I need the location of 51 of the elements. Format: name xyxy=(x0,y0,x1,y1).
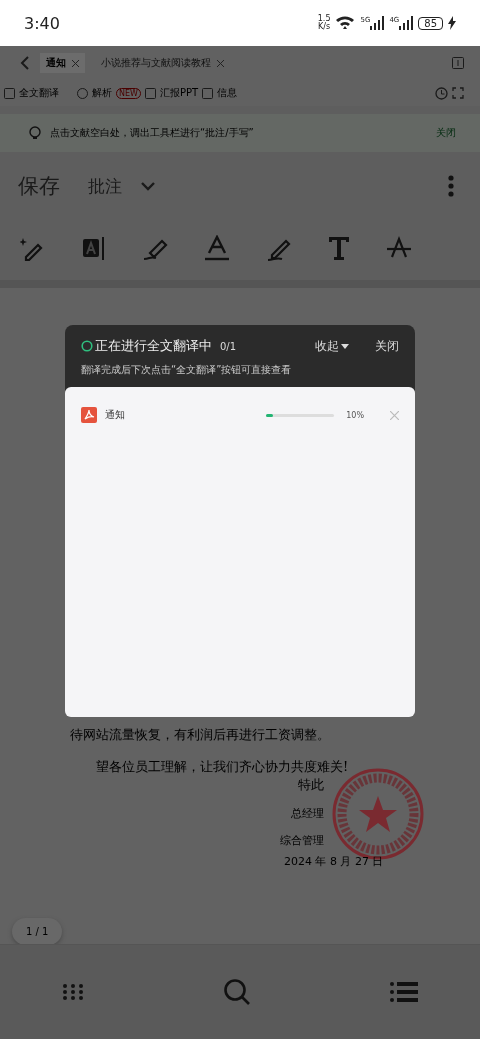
list-icon[interactable] xyxy=(390,981,418,1003)
document-text: 望各位员工理解，让我们齐心协力共度难关! xyxy=(95,758,350,776)
toolbar-button[interactable]: 全文翻译 xyxy=(18,86,59,100)
save-button[interactable]: 保存 xyxy=(18,172,60,200)
charging-icon xyxy=(448,16,456,30)
pdf-file-icon xyxy=(81,407,97,423)
signature-text: 总经理 xyxy=(291,806,324,821)
document-tab[interactable]: 小说推荐与文献阅读教程 xyxy=(95,53,230,73)
chevron-down-icon xyxy=(140,181,156,191)
close-icon[interactable] xyxy=(72,59,79,67)
close-icon[interactable] xyxy=(217,59,224,67)
toolbar-button[interactable]: 汇报PPT xyxy=(158,86,199,100)
signal-icon xyxy=(399,16,414,30)
signature-text: 特此 xyxy=(298,776,324,794)
progress-percent: 10% xyxy=(346,410,364,420)
clock-time: 3:40 xyxy=(24,13,60,33)
document-tab[interactable]: 通知 xyxy=(40,53,85,73)
close-icon[interactable] xyxy=(390,410,399,420)
page-view-icon[interactable] xyxy=(452,57,464,69)
close-tip-button[interactable]: 关闭 xyxy=(436,126,456,140)
search-icon[interactable] xyxy=(223,978,251,1006)
text-icon[interactable] xyxy=(328,236,350,260)
new-badge: NEW xyxy=(116,87,141,99)
page-indicator: 1 / 1 xyxy=(12,918,63,944)
wifi-icon xyxy=(335,15,356,31)
mode-dropdown[interactable]: 批注 xyxy=(88,174,156,198)
file-name: 通知 xyxy=(105,408,125,422)
text-select-icon[interactable] xyxy=(82,235,106,261)
back-icon[interactable] xyxy=(20,56,30,70)
grid-icon[interactable] xyxy=(62,983,84,1001)
signature-text: 综合管理 xyxy=(280,833,324,848)
progress-count: 0/1 xyxy=(220,340,237,352)
underline-text-icon[interactable] xyxy=(204,235,230,261)
dialog-hint: 翻译完成后下次点击“全文翻译”按钮可直接查看 xyxy=(81,363,293,377)
collapse-button[interactable]: 收起 xyxy=(315,337,349,355)
toolbar-button[interactable]: 解析 NEW xyxy=(77,86,141,100)
toolbar-button[interactable]: 信息 xyxy=(216,86,238,100)
caret-icon xyxy=(341,343,349,349)
close-button[interactable]: 关闭 xyxy=(375,337,399,355)
document-date: 2024 年 8 月 27 日 xyxy=(283,854,385,869)
more-icon[interactable] xyxy=(448,175,454,197)
lightbulb-icon xyxy=(28,126,42,140)
loading-spinner-icon xyxy=(81,340,93,352)
tip-text: 点击文献空白处，调出工具栏进行“批注/手写” xyxy=(50,126,254,140)
signal-icon xyxy=(370,16,385,30)
fullscreen-icon[interactable] xyxy=(452,87,464,99)
network-speed: 1.5 K/s xyxy=(317,15,331,31)
dialog-title: 正在进行全文翻译中 xyxy=(95,337,212,355)
battery-level: 85 xyxy=(418,16,443,30)
document-text: 待网站流量恢复，有利润后再进行工资调整。 xyxy=(69,726,331,744)
history-icon[interactable] xyxy=(435,86,448,100)
